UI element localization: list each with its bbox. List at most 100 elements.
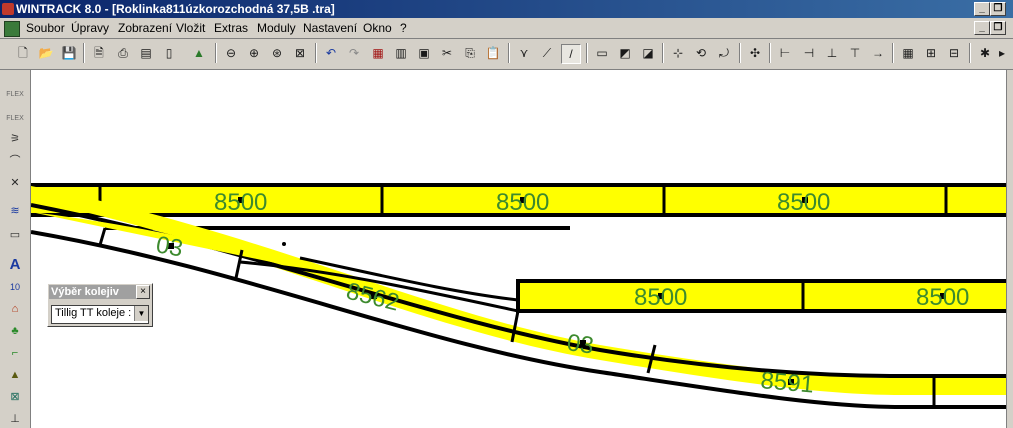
new-file-icon[interactable]: 🗋: [14, 44, 32, 62]
minimize-button[interactable]: _: [974, 2, 990, 16]
crossing-icon[interactable]: ✕: [6, 174, 24, 192]
restore-button[interactable]: ❐: [990, 2, 1006, 16]
toolbar-separator: [315, 43, 317, 63]
grid-icon[interactable]: ▦: [899, 44, 917, 62]
chart-icon[interactable]: ⊠: [6, 388, 24, 406]
menu-okno[interactable]: Okno: [363, 21, 392, 35]
menu-help[interactable]: ?: [400, 21, 407, 35]
menu-zobrazeni[interactable]: Zobrazení: [118, 21, 172, 35]
menu-nastaveni[interactable]: Nastavení: [303, 21, 357, 35]
align-icon[interactable]: ⊹: [669, 44, 687, 62]
cursor-dot: [282, 242, 286, 246]
menu-extras[interactable]: Extras: [214, 21, 248, 35]
toolbar-separator: [892, 43, 894, 63]
menu-upravy[interactable]: Úpravy: [71, 21, 109, 35]
mirror-icon[interactable]: ▣: [415, 44, 433, 62]
rotate-icon[interactable]: ⟲: [692, 44, 710, 62]
settings-icon[interactable]: ✱: [976, 44, 994, 62]
main-toolbar: 🗋 📂 💾 🗎 ⎙ ▤ ▯ ▲ ⊖ ⊕ ⊛ ⊠ ↶ ↷ ▦ ▥ ▣ ✂ ⎘ 📋 …: [0, 39, 1013, 70]
cut-icon[interactable]: ✂: [438, 44, 456, 62]
platform-icon[interactable]: ▭: [6, 226, 24, 244]
window-1-icon[interactable]: ▭: [593, 44, 611, 62]
zoom-in-icon[interactable]: ⊕: [245, 44, 263, 62]
toolbar-separator: [739, 43, 741, 63]
window-3-icon[interactable]: ◪: [639, 44, 657, 62]
draw-line-icon[interactable]: /: [561, 44, 581, 64]
number-icon[interactable]: 10: [6, 278, 24, 296]
rotate-180-icon[interactable]: ⤾: [715, 44, 733, 62]
zoom-all-icon[interactable]: ⊠: [291, 44, 309, 62]
toolbar-separator: [215, 43, 217, 63]
track-label: 03: [565, 329, 595, 359]
toolbar-separator: [586, 43, 588, 63]
doc-minimize-button[interactable]: _: [974, 21, 990, 35]
document-icon[interactable]: [4, 21, 20, 37]
building-icon[interactable]: ⌂: [6, 300, 24, 318]
track-label: 8591: [759, 367, 815, 399]
paste-icon[interactable]: 📋: [484, 44, 502, 62]
copy-doc-icon[interactable]: ▦: [369, 44, 387, 62]
copy-icon[interactable]: ⎘: [461, 44, 479, 62]
dropdown-arrow-icon[interactable]: ▼: [134, 306, 148, 321]
turnout-icon[interactable]: ⚞: [6, 130, 24, 148]
redo-icon[interactable]: ↷: [345, 44, 363, 62]
toolbar-separator: [769, 43, 771, 63]
open-file-icon[interactable]: 📂: [37, 44, 55, 62]
connect-track-icon[interactable]: ⟋: [538, 44, 556, 62]
left-toolbar: FLEX FLEX ⚞ ⌒ ✕ ≋ ▭ A 10 ⌂ ♣ ⌐ ▲ ⊠ ⊥: [0, 70, 31, 428]
more-tools-icon[interactable]: ⊥: [6, 410, 24, 428]
window-title: WINTRACK 8.0 - [Roklinka811úzkorozchodná…: [16, 2, 335, 16]
app-icon[interactable]: [2, 3, 14, 15]
zoom-out-icon[interactable]: ⊖: [222, 44, 240, 62]
print-icon[interactable]: ⎙: [114, 44, 132, 62]
flex-track-2-icon[interactable]: FLEX: [6, 108, 24, 126]
tree-icon[interactable]: ♣: [6, 322, 24, 340]
vertical-scrollbar[interactable]: [1006, 70, 1013, 428]
track-library-select[interactable]: Tillig TT koleje : ▼: [51, 305, 149, 324]
toolbar-separator: [662, 43, 664, 63]
menu-vlozit[interactable]: Vložit: [176, 21, 205, 35]
track-label: 8500: [916, 284, 969, 311]
align-grid-icon[interactable]: ⊟: [945, 44, 963, 62]
track-selection-panel: Výběr kolejiv × Tillig TT koleje : ▼: [47, 283, 153, 327]
track-label: 8500: [777, 189, 830, 216]
flex-track-icon[interactable]: FLEX: [6, 84, 24, 102]
text-icon[interactable]: A: [6, 256, 24, 274]
menu-moduly[interactable]: Moduly: [257, 21, 296, 35]
print-preview-icon[interactable]: 🗎: [90, 44, 108, 62]
shorten-icon[interactable]: ⊤: [846, 44, 864, 62]
stairs-icon[interactable]: ⌐: [6, 344, 24, 362]
split-icon[interactable]: ⊣: [800, 44, 818, 62]
clean-icon[interactable]: ⊞: [922, 44, 940, 62]
print-setup-icon[interactable]: ▤: [137, 44, 155, 62]
snap-icon[interactable]: ✣: [746, 44, 764, 62]
terrain-icon[interactable]: ≋: [6, 202, 24, 220]
track-layout: 8500 8500 8500 03 8562 8500 8500 03 8591: [31, 183, 1006, 409]
toolbar-separator: [83, 43, 85, 63]
duplicate-icon[interactable]: ▥: [392, 44, 410, 62]
doc-restore-button[interactable]: ❐: [990, 21, 1006, 35]
save-icon[interactable]: 💾: [60, 44, 78, 62]
drawing-canvas[interactable]: 8500 8500 8500 03 8562 8500 8500 03 8591: [31, 70, 1006, 428]
menu-soubor[interactable]: Soubor: [26, 21, 65, 35]
zoom-fit-icon[interactable]: ⊛: [268, 44, 286, 62]
track-library-value: Tillig TT koleje :: [55, 307, 132, 319]
window-2-icon[interactable]: ◩: [616, 44, 634, 62]
toolbar-separator: [508, 43, 510, 63]
title-bar: WINTRACK 8.0 - [Roklinka811úzkorozchodná…: [0, 0, 1013, 18]
join-icon[interactable]: ⊥: [823, 44, 841, 62]
undo-icon[interactable]: ↶: [322, 44, 340, 62]
menu-bar: Soubor Úpravy Zobrazení Vložit Extras Mo…: [0, 18, 1013, 39]
landscape-icon[interactable]: ▲: [6, 366, 24, 384]
page-setup-icon[interactable]: ▯: [160, 44, 178, 62]
move-icon[interactable]: →: [869, 44, 887, 62]
track-label: 8500: [634, 284, 687, 311]
filter-icon[interactable]: ⋎: [515, 44, 533, 62]
landscape-view-icon[interactable]: ▲: [190, 44, 208, 62]
curve-icon[interactable]: ⌒: [6, 152, 24, 170]
track-label: 03: [154, 231, 185, 262]
toolbar-overflow-icon[interactable]: ▸: [996, 44, 1008, 62]
panel-close-button[interactable]: ×: [136, 285, 150, 299]
measure-icon[interactable]: ⊢: [776, 44, 794, 62]
panel-title[interactable]: Výběr kolejiv: [49, 285, 139, 299]
